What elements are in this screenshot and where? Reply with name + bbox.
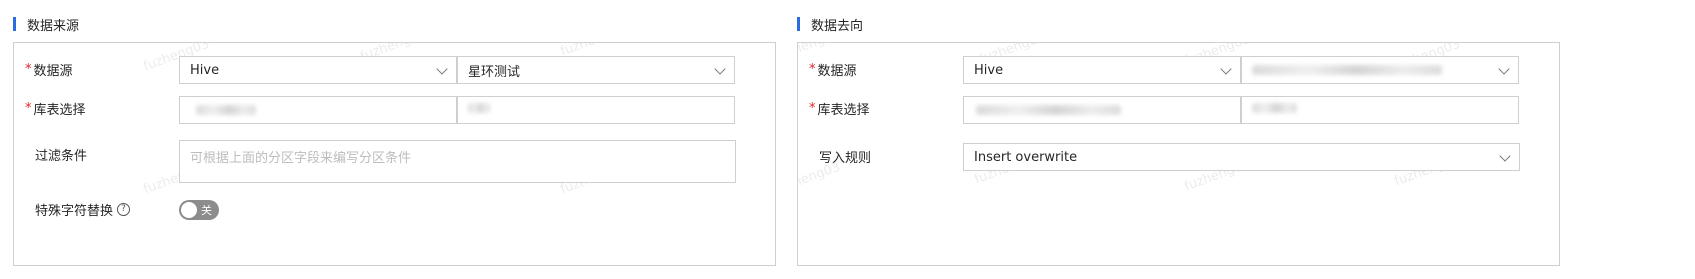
special-char-toggle[interactable]: 关 <box>179 200 219 220</box>
select-value: Hive <box>974 62 1004 78</box>
target-write-rule-select[interactable]: Insert overwrite <box>963 143 1520 171</box>
label-text: 数据源 <box>33 63 73 79</box>
target-database-select[interactable] <box>963 96 1241 124</box>
label-text: 特殊字符替换 <box>35 203 114 219</box>
required-mark: * <box>809 61 816 77</box>
blurred-value <box>1252 65 1442 75</box>
label-text: 库表选择 <box>33 102 86 118</box>
source-title-text: 数据来源 <box>27 18 80 34</box>
source-table-select[interactable] <box>457 96 735 124</box>
select-value: 星环测试 <box>468 64 521 80</box>
toggle-knob <box>181 202 197 218</box>
target-datasource-name-select[interactable] <box>1241 56 1519 84</box>
source-filter-label: 过滤条件 <box>25 144 87 164</box>
label-text: 数据源 <box>817 63 857 79</box>
blurred-value <box>196 105 256 115</box>
required-mark: * <box>25 100 32 116</box>
source-datasource-label: * 数据源 <box>25 59 73 79</box>
required-mark: * <box>809 100 816 116</box>
select-value: Hive <box>190 62 220 78</box>
question-circle-icon[interactable]: ? <box>117 202 131 216</box>
toggle-text: 关 <box>201 204 212 217</box>
chevron-down-icon <box>1220 63 1232 75</box>
target-write-rule-label: 写入规则 <box>809 146 871 166</box>
chevron-down-icon <box>1498 63 1510 75</box>
target-table-select[interactable] <box>1241 96 1519 124</box>
chevron-down-icon <box>436 63 448 75</box>
label-text: 库表选择 <box>817 102 870 118</box>
source-section-title: 数据来源 <box>13 16 80 34</box>
source-filter-textarea[interactable]: 可根据上面的分区字段来编写分区条件 <box>179 140 736 183</box>
title-accent-bar <box>13 17 16 31</box>
title-accent-bar <box>797 17 800 31</box>
target-datasource-label: * 数据源 <box>809 59 857 79</box>
source-special-char-label: 特殊字符替换 ? <box>25 199 131 219</box>
select-value: Insert overwrite <box>974 149 1078 165</box>
chevron-down-icon <box>714 63 726 75</box>
blurred-value <box>976 105 1121 115</box>
target-datasource-type-select[interactable]: Hive <box>963 56 1241 84</box>
blurred-value <box>468 103 490 113</box>
target-section-title: 数据去向 <box>797 16 864 34</box>
chevron-down-icon <box>1499 150 1511 162</box>
required-mark: * <box>25 61 32 77</box>
target-table-label: * 库表选择 <box>809 98 870 118</box>
label-text: 过滤条件 <box>35 148 88 164</box>
source-datasource-type-select[interactable]: Hive <box>179 56 457 84</box>
source-table-label: * 库表选择 <box>25 98 86 118</box>
target-title-text: 数据去向 <box>811 18 864 34</box>
source-datasource-name-select[interactable]: 星环测试 <box>457 56 735 84</box>
label-text: 写入规则 <box>819 150 872 166</box>
source-database-select[interactable] <box>179 96 457 124</box>
blurred-value <box>1252 103 1297 113</box>
